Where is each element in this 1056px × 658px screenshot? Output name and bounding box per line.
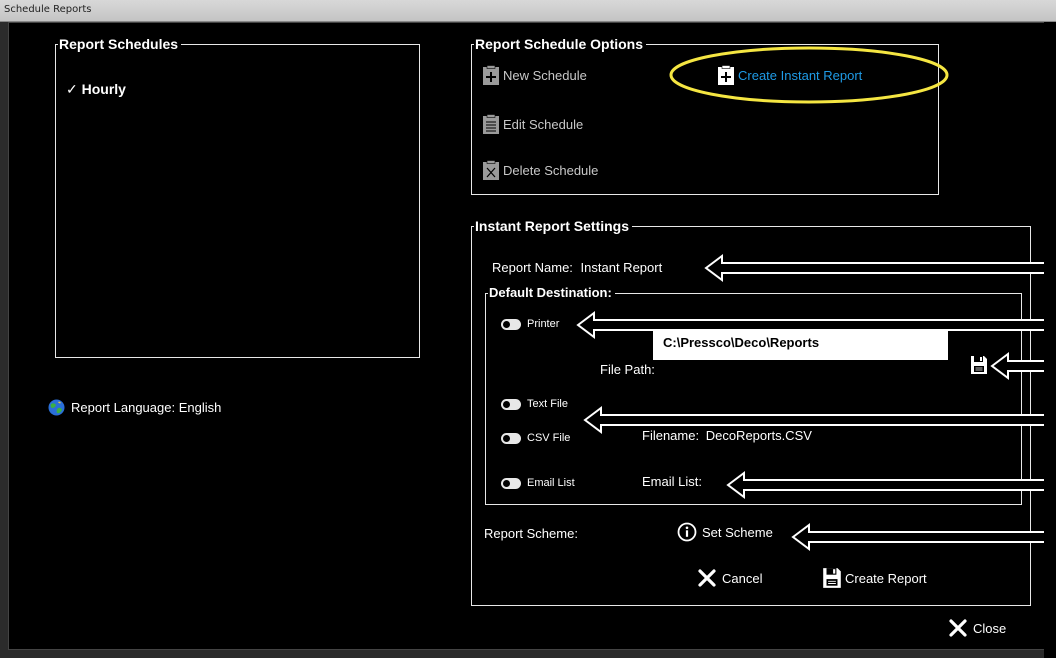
arrow-report-name (704, 254, 1056, 282)
arrow-text-file (583, 406, 1056, 434)
arrow-set-scheme (791, 523, 1056, 551)
right-edge-strip (1044, 22, 1056, 658)
arrow-printer (576, 311, 1056, 339)
arrow-email-list (726, 471, 1056, 499)
annotation-arrows (576, 254, 1056, 551)
